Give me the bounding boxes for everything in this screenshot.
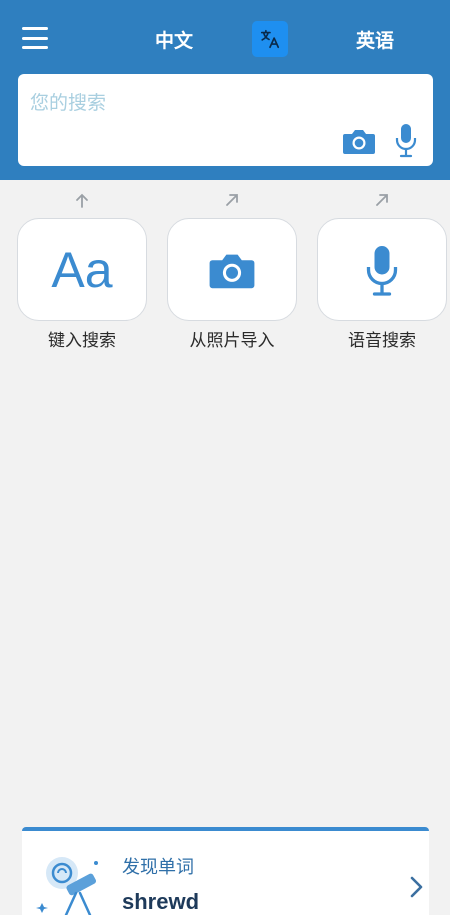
- translate-icon: [260, 29, 280, 49]
- source-language-button[interactable]: 中文: [155, 26, 193, 53]
- camera-icon: [209, 254, 255, 288]
- swap-languages-button[interactable]: [252, 21, 288, 57]
- arrow-up-right-icon: [224, 190, 240, 210]
- chevron-right-icon[interactable]: [408, 875, 424, 899]
- search-input[interactable]: [30, 88, 330, 118]
- action-type-search: Aa 键入搜索: [17, 190, 147, 351]
- action-voice-search: 语音搜索: [317, 190, 447, 351]
- search-box: [18, 74, 433, 166]
- microphone-icon[interactable]: [394, 122, 418, 158]
- target-language-button[interactable]: 英语: [356, 26, 394, 53]
- hamburger-menu-icon[interactable]: [22, 27, 48, 49]
- photo-import-label: 从照片导入: [189, 331, 275, 351]
- action-photo-import: 从照片导入: [167, 190, 297, 351]
- voice-search-label: 语音搜索: [348, 331, 416, 351]
- arrow-up-right-icon: [374, 190, 390, 210]
- camera-icon[interactable]: [342, 126, 376, 156]
- telescope-icon: [36, 857, 98, 915]
- photo-import-button[interactable]: [167, 218, 297, 321]
- app-header: 中文 英语: [0, 0, 450, 180]
- arrow-up-icon: [75, 190, 89, 210]
- microphone-icon: [366, 245, 398, 296]
- keyboard-text-icon: Aa: [51, 241, 113, 298]
- discover-word-card[interactable]: 发现单词 shrewd: [22, 827, 429, 915]
- type-search-button[interactable]: Aa: [17, 218, 147, 321]
- discover-title: 发现单词: [122, 857, 194, 878]
- discover-word: shrewd: [122, 889, 200, 914]
- voice-search-button[interactable]: [317, 218, 447, 321]
- type-search-label: 键入搜索: [48, 331, 116, 351]
